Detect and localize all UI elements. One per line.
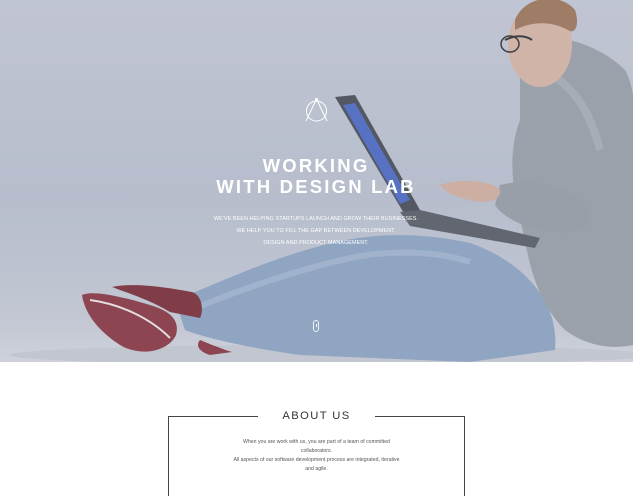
hero-title-line1: WORKING	[262, 155, 370, 176]
about-title: ABOUT US	[258, 409, 375, 423]
about-body-line4: and agile.	[305, 466, 328, 472]
hero-subtitle: WE'VE BEEN HELPING STARTUPS LAUNCH AND G…	[166, 213, 466, 249]
about-body-line1: When you are work with us, you are part …	[242, 439, 391, 445]
hero-title-line2: WITH DESIGN LAB	[216, 176, 416, 197]
about-body: When you are work with us, you are part …	[196, 438, 437, 474]
mouse-wheel	[316, 324, 317, 327]
hero-section: WORKING WITH DESIGN LAB WE'VE BEEN HELPI…	[0, 0, 633, 362]
hero-subtitle-line1: WE'VE BEEN HELPING STARTUPS LAUNCH AND G…	[213, 216, 419, 222]
hero-subtitle-line2: WE HELP YOU TO FILL THE GAP BETWEEN DEVE…	[236, 228, 396, 234]
hero-subtitle-line3: DESIGN AND PRODUCT MANAGEMENT.	[263, 240, 369, 246]
triangle-circle-logo-icon	[305, 98, 328, 122]
about-body-line2: collaborators.	[300, 448, 333, 454]
hero-title: WORKING WITH DESIGN LAB	[166, 155, 466, 197]
about-body-line3: All aspects of our software development …	[233, 457, 400, 463]
mouse-scroll-icon[interactable]	[313, 320, 319, 332]
